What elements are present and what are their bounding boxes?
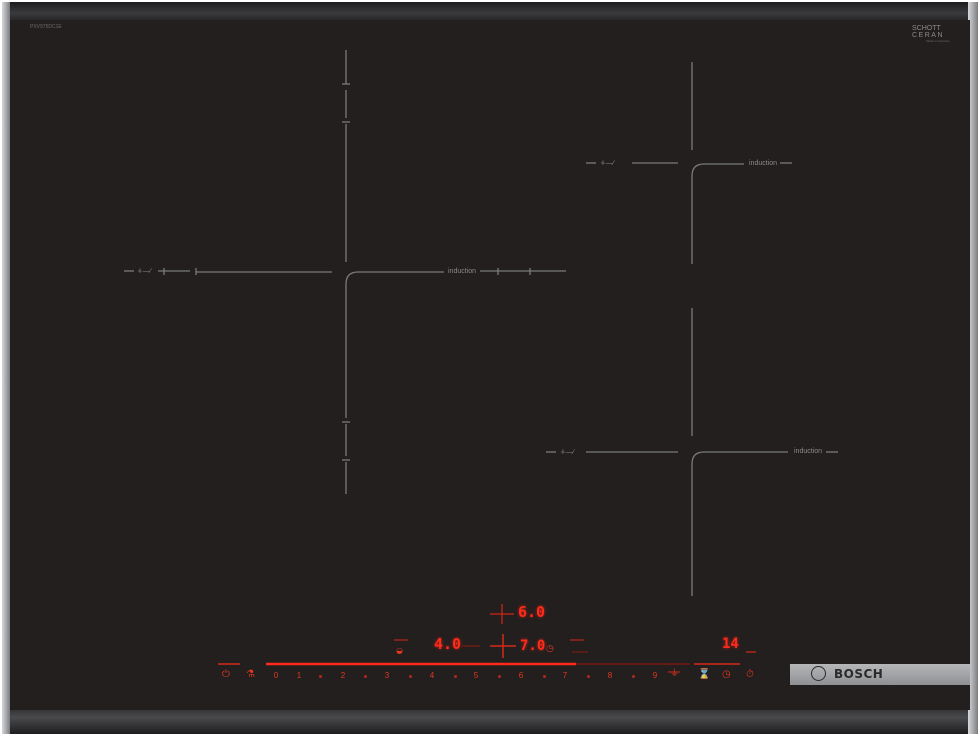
slider-step[interactable]: 2 (336, 672, 350, 680)
slider-step[interactable]: 9 (648, 672, 662, 680)
slider-step[interactable]: 1 (292, 672, 306, 680)
display-center: 7.0 (520, 638, 546, 654)
slider-step[interactable]: 4 (425, 672, 439, 680)
brand-name: BOSCH (834, 667, 884, 681)
power-boost-icon[interactable]: ⏚ (670, 670, 679, 679)
timer-icon[interactable]: ◷ (546, 645, 554, 654)
slider-dot[interactable] (632, 675, 635, 678)
slider-dot[interactable] (454, 675, 457, 678)
glass-brand-line1: SCHOTT (912, 25, 941, 32)
right-top-zone-label-left: ∔—∕ (600, 160, 615, 167)
stopwatch-icon[interactable]: ⏱ (746, 670, 754, 680)
frame-left (2, 2, 10, 734)
power-icon[interactable]: ⏻ (222, 670, 230, 680)
right-top-zone-label-right: induction (749, 160, 778, 167)
slider-dot[interactable] (409, 675, 412, 678)
model-label: PXV975DC1E (30, 24, 62, 30)
slider-dot[interactable] (364, 675, 367, 678)
display-right: 14 (722, 636, 739, 652)
glass-surface (10, 20, 970, 710)
pot-icon: ◒ (396, 646, 403, 655)
clock-icon[interactable]: ◷ (722, 670, 731, 680)
right-bottom-zone-label-left: ∔—∕ (560, 449, 575, 456)
slider-step[interactable]: 6 (514, 672, 528, 680)
timer-select-icon[interactable]: ⌛ (698, 670, 710, 680)
slider-step[interactable]: 7 (558, 672, 572, 680)
slider-step[interactable]: 3 (380, 672, 394, 680)
display-left: 4.0 (434, 635, 462, 653)
cooktop-image (0, 0, 980, 736)
slider-step[interactable]: 8 (603, 672, 617, 680)
child-lock-icon[interactable]: ⚗ (246, 670, 255, 680)
right-bottom-zone-label-right: induction (794, 448, 823, 455)
left-zone-label-left: ∔—∕ (137, 268, 152, 275)
slider-step[interactable]: 0 (269, 672, 283, 680)
slider-dot[interactable] (319, 675, 322, 678)
glass-brand-line3: Made in Germany (926, 39, 950, 43)
left-zone-label-right: induction (448, 268, 477, 275)
slider-step[interactable]: 5 (469, 672, 483, 680)
slider-dot[interactable] (543, 675, 546, 678)
glass-brand-line2: CERAN (912, 32, 945, 39)
display-top: 6.0 (518, 603, 546, 621)
slider-dot[interactable] (498, 675, 501, 678)
bosch-logo-icon (811, 666, 826, 681)
frame-bottom (2, 706, 978, 734)
slider-dot[interactable] (587, 675, 590, 678)
